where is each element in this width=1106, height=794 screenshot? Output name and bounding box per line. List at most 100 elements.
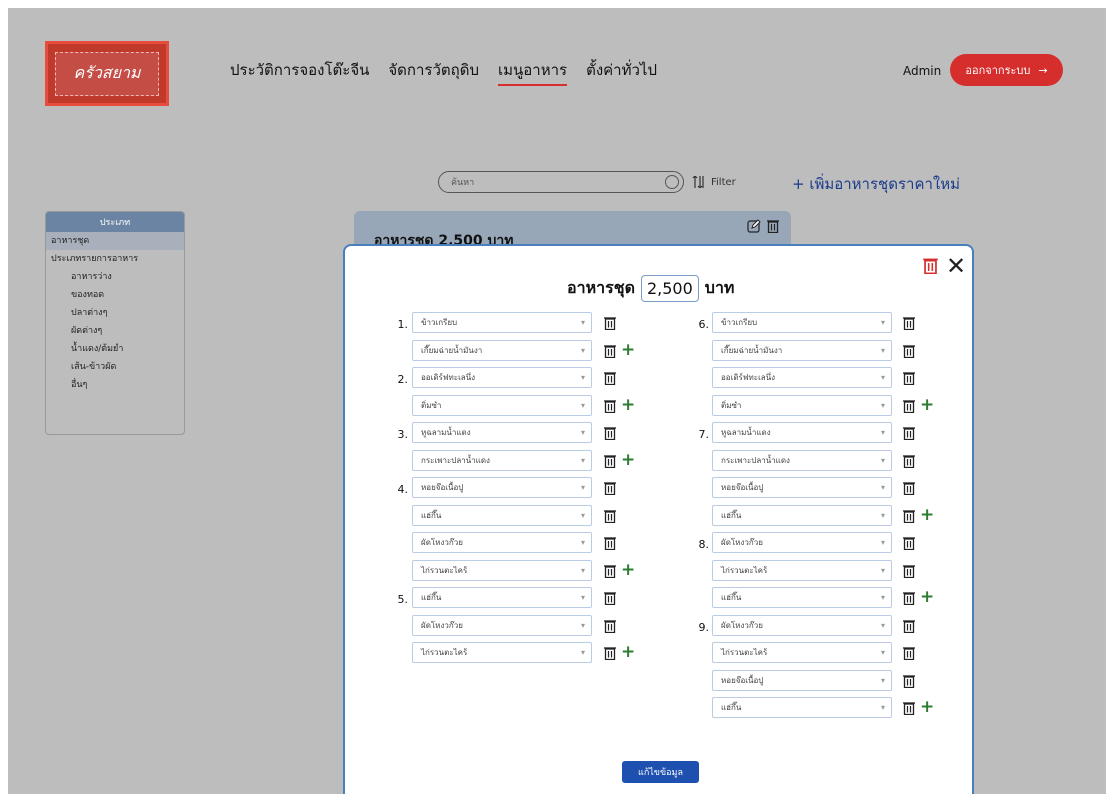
dish-select[interactable]: หูฉลามน้ำแดง ▾ (712, 422, 892, 443)
dish-select[interactable]: กระเพาะปลาน้ำแดง ▾ (412, 449, 592, 471)
trash-icon[interactable] (604, 315, 616, 331)
close-icon[interactable]: ✕ (946, 254, 966, 278)
add-set-menu-link[interactable]: + เพิ่มอาหารชุดราคาใหม่ (792, 172, 960, 196)
trash-icon[interactable] (604, 425, 616, 441)
trash-icon[interactable] (604, 370, 616, 386)
trash-icon[interactable] (604, 645, 616, 661)
dish-select[interactable]: ไก่รวนตะไคร้ ▾ (412, 642, 592, 663)
dish-select[interactable]: หอยจ๊อเนื้อปู ▾ (712, 477, 892, 498)
trash-icon[interactable] (604, 508, 616, 523)
trash-icon[interactable] (903, 480, 915, 496)
nav-booking-history[interactable]: ประวัติการจองโต๊ะจีน (230, 58, 369, 86)
brand-logo[interactable]: ครัวสยาม (45, 41, 169, 106)
dish-select[interactable]: ติ่มซำ ▾ (712, 394, 892, 416)
trash-icon[interactable] (903, 370, 915, 386)
trash-icon[interactable] (604, 453, 616, 468)
add-dish-icon[interactable]: + (621, 396, 635, 413)
sidebar-item-appetizers[interactable]: อาหารว่าง (46, 268, 184, 286)
dish-select[interactable]: ผัดโหงวก๊วย ▾ (412, 614, 592, 636)
add-dish-icon[interactable]: + (920, 589, 934, 606)
price-input[interactable]: 2,500 (640, 275, 699, 302)
sidebar-item-fried[interactable]: ของทอด (46, 286, 184, 304)
sidebar-item-stirfry[interactable]: ผัดต่างๆ (46, 322, 184, 340)
dish-select[interactable]: แฮ่กึ๊น ▾ (412, 504, 592, 526)
save-button[interactable]: แก้ไขข้อมูล (622, 761, 699, 783)
chevron-down-icon: ▾ (580, 565, 585, 575)
trash-icon[interactable] (903, 315, 915, 331)
trash-icon[interactable] (604, 563, 616, 578)
dish-select[interactable]: ติ่มซำ ▾ (412, 394, 592, 416)
dish-select[interactable]: หอยจ๊อเนื้อปู ▾ (412, 477, 592, 498)
add-dish-icon[interactable]: + (621, 451, 635, 468)
dish-select[interactable]: แฮ่กึ๊น ▾ (712, 697, 892, 718)
sidebar-item-fish[interactable]: ปลาต่างๆ (46, 304, 184, 322)
filter-label: Filter (711, 176, 736, 188)
trash-icon[interactable] (604, 618, 616, 633)
dish-select[interactable]: หูฉลามน้ำแดง ▾ (412, 422, 592, 443)
trash-icon[interactable] (903, 700, 915, 716)
trash-icon[interactable] (903, 563, 915, 578)
dish-select[interactable]: ออเดิร์ฟทะเลนึ่ง ▾ (712, 367, 892, 388)
sidebar-item-others[interactable]: อื่นๆ (46, 376, 184, 394)
trash-icon[interactable] (903, 535, 915, 551)
logout-button[interactable]: ออกจากระบบ → (950, 54, 1063, 86)
dish-select-value: หอยจ๊อเนื้อปู (421, 483, 464, 492)
trash-icon[interactable] (604, 535, 616, 551)
chevron-down-icon: ▾ (880, 345, 885, 355)
trash-icon[interactable] (903, 453, 915, 468)
nav-food-menu[interactable]: เมนูอาหาร (498, 58, 568, 86)
trash-icon[interactable] (604, 590, 616, 606)
trash-icon[interactable] (604, 398, 616, 413)
dish-select[interactable]: กระเพาะปลาน้ำแดง ▾ (712, 449, 892, 471)
trash-icon[interactable] (903, 590, 915, 606)
delete-set-icon[interactable] (923, 257, 938, 274)
chevron-down-icon: ▾ (880, 648, 885, 657)
dish-select[interactable]: แฮ่กึ๊น ▾ (412, 587, 592, 608)
sidebar-item-set-menu[interactable]: อาหารชุด (46, 232, 184, 250)
trash-icon[interactable] (903, 398, 915, 413)
dish-select[interactable]: ออเดิร์ฟทะเลนึ่ง ▾ (412, 367, 592, 388)
edit-icon[interactable] (747, 219, 761, 233)
dish-select[interactable]: ผัดโหงวก๊วย ▾ (712, 532, 892, 553)
dish-select-value: หอยจ๊อเนื้อปู (721, 483, 764, 492)
add-dish-icon[interactable]: + (920, 506, 934, 523)
trash-icon[interactable] (903, 508, 915, 523)
trash-icon[interactable] (604, 343, 616, 358)
sidebar-item-menu-types[interactable]: ประเภทรายการอาหาร (46, 250, 184, 268)
chevron-down-icon: ▾ (580, 373, 585, 382)
dish-select[interactable]: หอยจ๊อเนื้อปู ▾ (712, 669, 892, 691)
nav-settings[interactable]: ตั้งค่าทั่วไป (586, 58, 657, 86)
add-dish-icon[interactable]: + (920, 699, 934, 716)
trash-icon[interactable] (903, 618, 915, 633)
search-icon[interactable] (665, 175, 679, 189)
sidebar-item-noodles-rice[interactable]: เส้น-ข้าวผัด (46, 358, 184, 376)
search-input[interactable]: ค้นหา (438, 171, 684, 193)
add-dish-icon[interactable]: + (621, 341, 635, 358)
course-number: 7. (698, 428, 710, 441)
add-dish-icon[interactable]: + (920, 396, 934, 413)
dish-select[interactable]: เกี๊ยมฉ่ายน้ำมันงา ▾ (712, 339, 892, 361)
course-number: 2. (397, 373, 409, 386)
add-dish-icon[interactable]: + (621, 644, 635, 661)
nav-ingredients[interactable]: จัดการวัตถุดิบ (388, 58, 479, 86)
trash-icon[interactable] (767, 219, 779, 233)
dish-select[interactable]: แฮ่กึ๊น ▾ (712, 587, 892, 608)
dish-select[interactable]: ไก่รวนตะไคร้ ▾ (712, 642, 892, 663)
trash-icon[interactable] (903, 673, 915, 688)
dish-select[interactable]: แฮ่กึ๊น ▾ (712, 504, 892, 526)
trash-icon[interactable] (903, 425, 915, 441)
dish-select[interactable]: ผัดโหงวก๊วย ▾ (412, 532, 592, 553)
dish-select[interactable]: ไก่รวนตะไคร้ ▾ (712, 559, 892, 581)
trash-icon[interactable] (903, 343, 915, 358)
trash-icon[interactable] (903, 645, 915, 661)
dish-select[interactable]: ข้าวเกรียบ ▾ (712, 312, 892, 333)
chevron-down-icon: ▾ (580, 318, 585, 327)
dish-select[interactable]: ไก่รวนตะไคร้ ▾ (412, 559, 592, 581)
dish-select[interactable]: เกี๊ยมฉ่ายน้ำมันงา ▾ (412, 339, 592, 361)
sidebar-item-soup[interactable]: น้ำแดง/ต้มยำ (46, 340, 184, 358)
dish-select[interactable]: ข้าวเกรียบ ▾ (412, 312, 592, 333)
add-dish-icon[interactable]: + (621, 561, 635, 578)
trash-icon[interactable] (604, 480, 616, 496)
filter-button[interactable]: Filter (692, 176, 736, 188)
dish-select[interactable]: ผัดโหงวก๊วย ▾ (712, 614, 892, 636)
